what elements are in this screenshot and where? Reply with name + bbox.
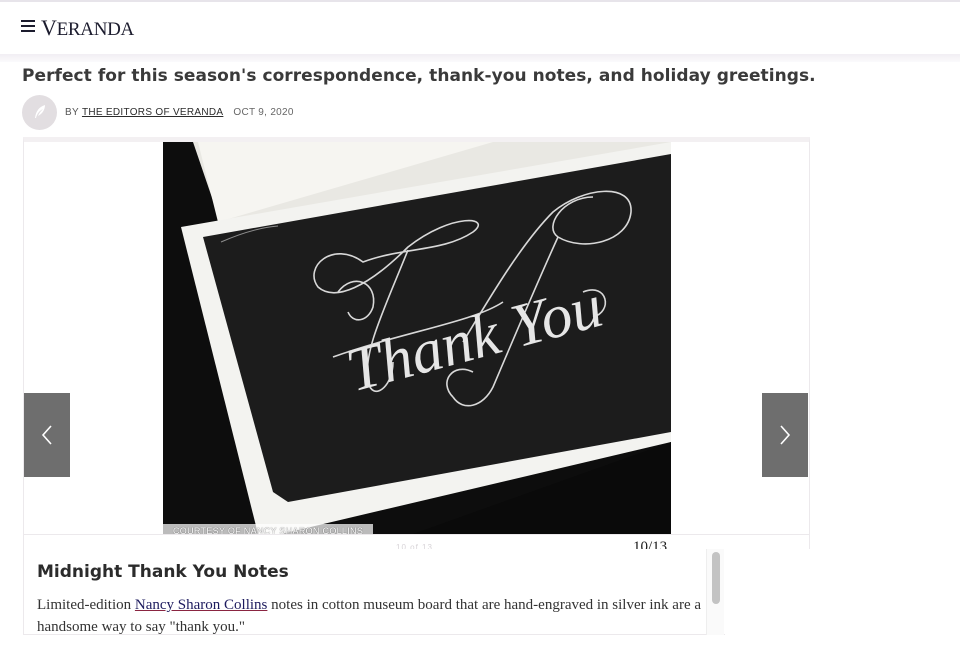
- top-navigation-bar: VERANDA: [0, 0, 960, 54]
- author-link[interactable]: THE EDITORS OF VERANDA: [82, 107, 223, 118]
- scrollbar-thumb[interactable]: [712, 552, 720, 604]
- slide-description: Limited-edition Nancy Sharon Collins not…: [37, 597, 702, 635]
- slideshow: Thank You COURTESY OF NANCY SHARON COLLI…: [23, 137, 810, 549]
- slide-caption: Midnight Thank You Notes Limited-edition…: [23, 549, 725, 635]
- previous-slide-button[interactable]: [24, 393, 70, 477]
- site-logo[interactable]: VERANDA: [41, 15, 134, 41]
- gallery-divider: [24, 534, 809, 535]
- chevron-right-icon: [780, 425, 791, 445]
- slide-image[interactable]: Thank You: [163, 142, 671, 534]
- designer-link[interactable]: Nancy Sharon Collins: [135, 597, 268, 613]
- byline: BY THE EDITORS OF VERANDA: [65, 107, 223, 118]
- slide-title: Midnight Thank You Notes: [37, 562, 289, 582]
- photo-credit: COURTESY OF NANCY SHARON COLLINS: [163, 524, 374, 539]
- header-shadow: [0, 54, 960, 62]
- caption-scrollbar[interactable]: [706, 549, 724, 635]
- quill-icon: [34, 105, 45, 118]
- publish-date: OCT 9, 2020: [233, 106, 294, 118]
- article-dek: Perfect for this season's correspondence…: [22, 66, 816, 86]
- chevron-left-icon: [41, 425, 52, 445]
- byline-prefix: BY: [65, 106, 79, 118]
- next-slide-button[interactable]: [762, 393, 808, 477]
- hamburger-menu-icon[interactable]: [21, 18, 37, 34]
- author-avatar: [22, 94, 57, 130]
- byline-row: BY THE EDITORS OF VERANDA OCT 9, 2020: [22, 94, 294, 130]
- page-bottom: [0, 636, 960, 666]
